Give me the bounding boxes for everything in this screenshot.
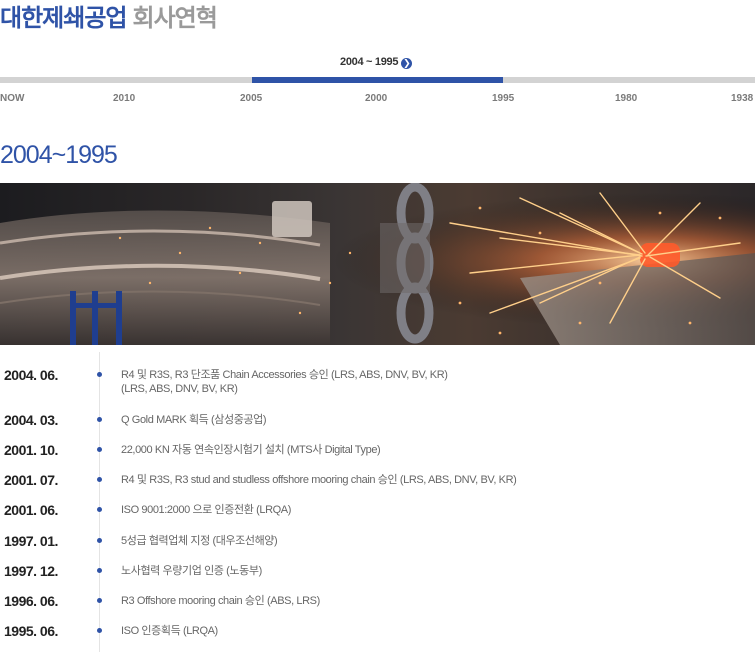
active-range-text: 2004 ~ 1995 [340,56,399,68]
event-description: 5성급 협력업체 지정 (대우조선해양) [121,535,278,547]
event-date: 2001. 10. [4,442,58,458]
active-range-label[interactable]: 2004 ~ 1995 ❯ [340,56,413,69]
event-date: 2001. 07. [4,472,58,488]
factory-photo [0,183,755,345]
event-description: R4 및 R3S, R3 stud and studless offshore … [121,474,517,486]
event-description: 노사협력 우량기업 인증 (노동부) [121,565,262,577]
bullet-dot-icon [97,628,102,633]
event-description: Q Gold MARK 획득 (삼성중공업) [121,414,267,426]
page-subtitle: 회사연혁 [132,5,217,32]
event-description: R4 및 R3S, R3 단조품 Chain Accessories 승인 (L… [121,369,448,395]
event-description: R3 Offshore mooring chain 승인 (ABS, LRS) [121,595,320,607]
tick-1938[interactable]: 1938 [731,93,753,104]
tick-2000[interactable]: 2000 [365,93,387,104]
chevron-right-icon[interactable]: ❯ [401,58,413,69]
event-date: 1997. 01. [4,533,58,549]
event-description: 22,000 KN 자동 연속인장시험기 설치 (MTS사 Digital Ty… [121,444,381,456]
event-date: 2004. 06. [4,367,58,383]
event-date: 2001. 06. [4,502,58,518]
section-heading: 2004~1995 [0,141,118,169]
timeline-vertical-line [99,352,100,652]
event-date: 1995. 06. [4,623,58,639]
bullet-dot-icon [97,538,102,543]
tick-2005[interactable]: 2005 [240,93,262,104]
event-date: 2004. 03. [4,412,58,428]
bullet-dot-icon [97,447,102,452]
tick-2010[interactable]: 2010 [113,93,135,104]
event-description: ISO 인증획득 (LRQA) [121,625,218,637]
sparks-illustration [0,183,755,345]
event-date: 1997. 12. [4,563,58,579]
tick-now[interactable]: NOW [0,93,24,104]
bullet-dot-icon [97,598,102,603]
event-date: 1996. 06. [4,593,58,609]
bullet-dot-icon [97,507,102,512]
bullet-dot-icon [97,568,102,573]
tick-1995[interactable]: 1995 [492,93,514,104]
bullet-dot-icon [97,372,102,377]
bullet-dot-icon [97,417,102,422]
event-description: ISO 9001:2000 으로 인증전환 (LRQA) [121,504,291,516]
timeline-active-segment[interactable] [252,77,503,83]
page-title: 대한제쇄공업 회사연혁 [0,0,218,33]
tick-1980[interactable]: 1980 [615,93,637,104]
company-name: 대한제쇄공업 [0,5,127,32]
bullet-dot-icon [97,477,102,482]
